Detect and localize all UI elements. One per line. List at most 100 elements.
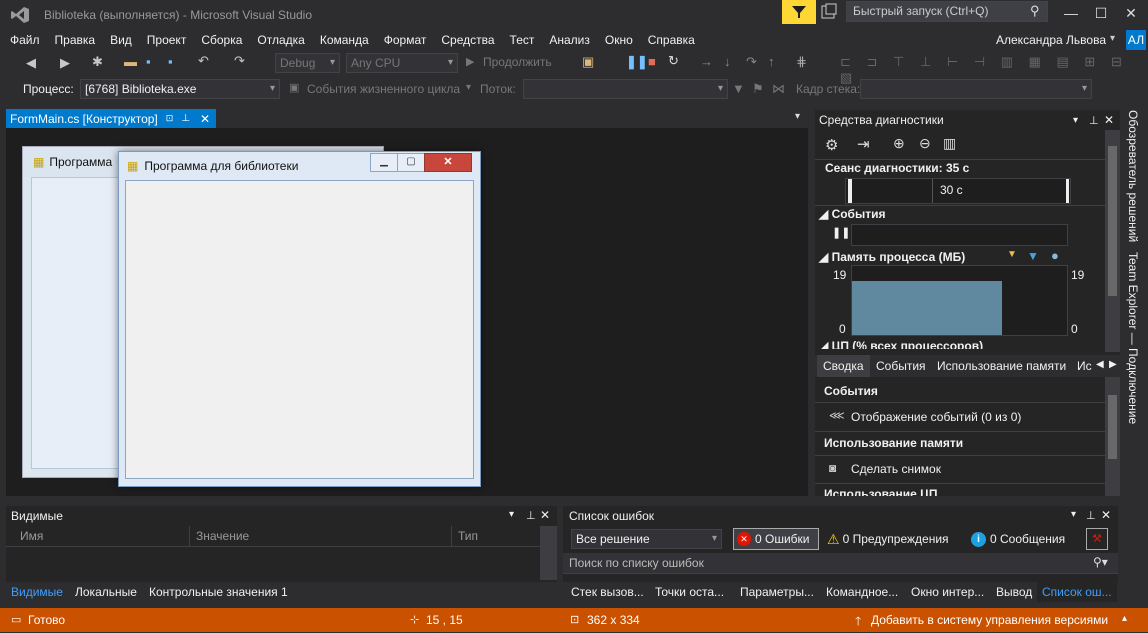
- menu-debug[interactable]: Отладка: [253, 33, 308, 47]
- form-minimize-button[interactable]: ▁: [370, 153, 398, 172]
- stop-icon[interactable]: ■: [648, 54, 656, 69]
- error-search-input[interactable]: Поиск по списку ошибок: [569, 556, 704, 570]
- tab-call-stack[interactable]: Стек вызов...: [566, 582, 649, 602]
- filter-icon[interactable]: ▼: [732, 81, 745, 96]
- forward-icon[interactable]: ▶: [60, 55, 70, 71]
- side-tab-team-explorer[interactable]: Team Explorer — Подключение: [1126, 252, 1140, 424]
- running-form-client-area[interactable]: [125, 180, 474, 479]
- menu-build[interactable]: Сборка: [197, 33, 246, 47]
- scrollbar-thumb[interactable]: [1108, 146, 1117, 296]
- diagnostics-scrollbar[interactable]: [1105, 130, 1120, 352]
- timeline-start-handle[interactable]: [848, 179, 852, 203]
- messages-filter-button[interactable]: i 0 Сообщения: [971, 528, 1086, 550]
- lifecycle-dropdown-icon[interactable]: ▾: [466, 82, 471, 93]
- menu-analyze[interactable]: Анализ: [545, 33, 594, 47]
- take-snapshot-link[interactable]: Сделать снимок: [851, 462, 941, 476]
- search-icon[interactable]: ⚲▾: [1093, 555, 1108, 569]
- menu-team[interactable]: Команда: [316, 33, 373, 47]
- tab-scroll-right-icon[interactable]: ▶: [1109, 359, 1117, 370]
- add-to-source-control-button[interactable]: Добавить в систему управления версиями: [871, 613, 1108, 627]
- tab-exception-settings[interactable]: Параметры...: [735, 582, 819, 602]
- platform-select[interactable]: Any CPU: [346, 53, 458, 73]
- pause-icon[interactable]: ❚❚: [626, 54, 648, 70]
- hex-display-icon[interactable]: ⋕: [796, 54, 807, 70]
- step-out-icon[interactable]: ↑: [768, 54, 775, 69]
- tab-autos[interactable]: Видимые: [6, 582, 68, 602]
- tab-locals[interactable]: Локальные: [70, 582, 142, 602]
- undo-icon[interactable]: ↶: [198, 53, 209, 69]
- scope-select[interactable]: Все решение: [571, 529, 722, 549]
- build-intellisense-filter-icon[interactable]: ⚒: [1086, 528, 1108, 550]
- tab-pin-icon[interactable]: ⊡: [166, 113, 174, 124]
- autos-scrollbar[interactable]: [540, 526, 557, 580]
- tab-breakpoints[interactable]: Точки оста...: [650, 582, 729, 602]
- tab-keep-open-icon[interactable]: ⊥: [181, 113, 190, 124]
- feedback-filter-icon[interactable]: [782, 0, 816, 24]
- export-icon[interactable]: ⇥: [857, 135, 870, 153]
- panel-pin-icon[interactable]: ⊥: [526, 509, 536, 522]
- process-select[interactable]: [6768] Biblioteka.exe: [80, 79, 280, 99]
- stack-frame-select[interactable]: [860, 79, 1092, 99]
- split-stack-icon[interactable]: ⋈: [772, 81, 785, 97]
- error-search-box[interactable]: Поиск по списку ошибок ⚲▾: [563, 553, 1118, 573]
- tab-cpu-usage[interactable]: Ис: [1071, 355, 1098, 377]
- tab-scroll-left-icon[interactable]: ◀: [1096, 359, 1104, 370]
- maximize-button[interactable]: ☐: [1086, 0, 1116, 26]
- panel-pin-icon[interactable]: ⊥: [1086, 509, 1096, 522]
- flag-thread-icon[interactable]: ⚑: [752, 81, 764, 97]
- panel-close-icon[interactable]: ✕: [1104, 113, 1114, 127]
- step-over-icon[interactable]: ↷: [746, 54, 757, 70]
- tab-immediate-window[interactable]: Окно интер...: [906, 582, 989, 602]
- tab-events[interactable]: События: [870, 355, 932, 377]
- menu-edit[interactable]: Правка: [51, 33, 100, 47]
- summary-scrollbar[interactable]: [1105, 377, 1120, 496]
- user-dropdown-icon[interactable]: ▾: [1110, 33, 1115, 44]
- panel-close-icon[interactable]: ✕: [1101, 508, 1111, 522]
- tab-command-window[interactable]: Командное...: [821, 582, 903, 602]
- user-avatar[interactable]: АЛ: [1126, 30, 1146, 50]
- menu-help[interactable]: Справка: [644, 33, 699, 47]
- open-folder-icon[interactable]: ▬: [124, 54, 137, 69]
- tab-watch-1[interactable]: Контрольные значения 1: [144, 582, 293, 602]
- menu-project[interactable]: Проект: [143, 33, 191, 47]
- tab-form-main-designer[interactable]: FormMain.cs [Конструктор] ⊡ ⊥ ✕: [6, 109, 216, 128]
- config-select[interactable]: Debug: [275, 53, 340, 73]
- continue-button[interactable]: Продолжить: [483, 55, 552, 69]
- lifecycle-events-select[interactable]: События жизненного цикла: [307, 82, 460, 96]
- show-next-statement-icon[interactable]: →: [700, 54, 713, 69]
- menu-tools[interactable]: Средства: [437, 33, 498, 47]
- settings-icon[interactable]: ⚙: [825, 136, 838, 154]
- column-type[interactable]: Тип: [458, 529, 478, 543]
- save-icon[interactable]: ▪: [146, 54, 151, 69]
- warnings-filter-button[interactable]: ⚠ 0 Предупреждения: [827, 528, 962, 550]
- tab-output[interactable]: Вывод: [991, 582, 1037, 602]
- timeline-end-handle[interactable]: [1066, 179, 1069, 203]
- new-project-icon[interactable]: ✱: [92, 54, 103, 70]
- show-events-link[interactable]: Отображение событий (0 из 0): [851, 410, 1021, 424]
- menu-window[interactable]: Окно: [601, 33, 637, 47]
- scrollbar-thumb[interactable]: [1108, 395, 1117, 459]
- back-icon[interactable]: ◀: [26, 55, 36, 71]
- side-tab-solution-explorer[interactable]: Обозреватель решений: [1126, 110, 1140, 242]
- tab-memory-usage[interactable]: Использование памяти: [931, 355, 1072, 377]
- memory-chart[interactable]: [851, 265, 1068, 336]
- menu-test[interactable]: Тест: [506, 33, 539, 47]
- column-value[interactable]: Значение: [196, 529, 249, 543]
- panel-pin-icon[interactable]: ⊥: [1089, 114, 1099, 127]
- events-track[interactable]: [851, 224, 1068, 246]
- source-control-dropdown-icon[interactable]: ▴: [1122, 613, 1127, 624]
- form-close-button[interactable]: ✕: [424, 153, 472, 172]
- menu-format[interactable]: Формат: [380, 33, 431, 47]
- tab-close-icon[interactable]: ✕: [200, 112, 210, 126]
- document-list-dropdown-icon[interactable]: ▾: [795, 111, 800, 122]
- column-name[interactable]: Имя: [20, 529, 43, 543]
- notifications-icon[interactable]: [820, 3, 840, 21]
- redo-icon[interactable]: ↷: [234, 53, 245, 69]
- zoom-in-icon[interactable]: ⊕: [893, 135, 905, 152]
- panel-dropdown-icon[interactable]: ▾: [1071, 509, 1076, 520]
- restart-icon[interactable]: ↻: [668, 53, 679, 69]
- user-name[interactable]: Александра Львова: [996, 33, 1106, 47]
- memory-section-header[interactable]: ◢ Память процесса (МБ): [815, 250, 1124, 264]
- panel-dropdown-icon[interactable]: ▾: [1073, 115, 1078, 126]
- attach-icon[interactable]: ▣: [582, 54, 594, 70]
